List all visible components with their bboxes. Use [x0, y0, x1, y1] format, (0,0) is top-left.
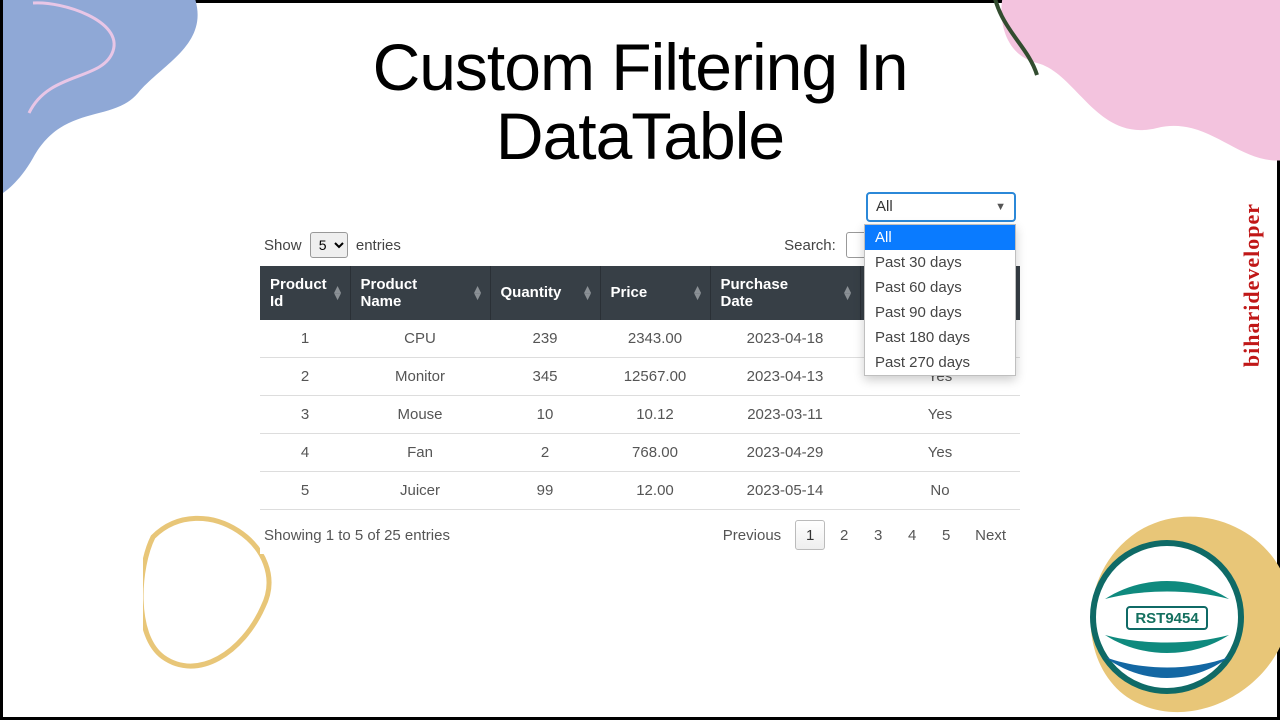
page-number[interactable]: 3 [863, 520, 893, 550]
page-prev[interactable]: Previous [713, 520, 791, 550]
pagination: Previous 1 2 3 4 5 Next [713, 520, 1016, 550]
date-filter-select[interactable]: All ▼ [866, 192, 1016, 222]
page-number[interactable]: 1 [795, 520, 825, 550]
sort-icon: ▲▼ [582, 286, 594, 300]
table-row: 5 Juicer 99 12.00 2023-05-14 No [260, 472, 1020, 510]
sort-icon: ▲▼ [692, 286, 704, 300]
col-product-name[interactable]: ProductName ▲▼ [350, 266, 490, 321]
date-filter-dropdown: All Past 30 days Past 60 days Past 90 da… [864, 224, 1016, 376]
sort-icon: ▲▼ [472, 286, 484, 300]
brand-text: biharideveloper [1239, 203, 1265, 367]
page-number[interactable]: 2 [829, 520, 859, 550]
table-row: 4 Fan 2 768.00 2023-04-29 Yes [260, 434, 1020, 472]
filter-option[interactable]: Past 90 days [865, 300, 1015, 325]
page-number[interactable]: 4 [897, 520, 927, 550]
length-control: Show 5 entries [264, 232, 401, 258]
filter-option[interactable]: Past 60 days [865, 275, 1015, 300]
col-purchase-date[interactable]: PurchaseDate ▲▼ [710, 266, 860, 321]
sort-icon: ▲▼ [842, 286, 854, 300]
svg-text:RST9454: RST9454 [1135, 610, 1199, 627]
col-price[interactable]: Price ▲▼ [600, 266, 710, 321]
date-filter-value: All [876, 198, 893, 215]
page-number[interactable]: 5 [931, 520, 961, 550]
logo-badge: RST9454 [1087, 537, 1247, 697]
col-quantity[interactable]: Quantity ▲▼ [490, 266, 600, 321]
sort-icon: ▲▼ [332, 286, 344, 300]
filter-option[interactable]: Past 30 days [865, 250, 1015, 275]
length-select[interactable]: 5 [310, 232, 348, 258]
col-product-id[interactable]: ProductId ▲▼ [260, 266, 350, 321]
page-title: Custom Filtering In DataTable [3, 3, 1277, 172]
filter-option[interactable]: Past 180 days [865, 325, 1015, 350]
filter-option[interactable]: All [865, 225, 1015, 250]
page-next[interactable]: Next [965, 520, 1016, 550]
filter-option[interactable]: Past 270 days [865, 350, 1015, 375]
table-info: Showing 1 to 5 of 25 entries [264, 527, 450, 544]
table-row: 3 Mouse 10 10.12 2023-03-11 Yes [260, 396, 1020, 434]
datatable-container: All ▼ All Past 30 days Past 60 days Past… [260, 190, 1020, 555]
chevron-down-icon: ▼ [995, 201, 1006, 213]
